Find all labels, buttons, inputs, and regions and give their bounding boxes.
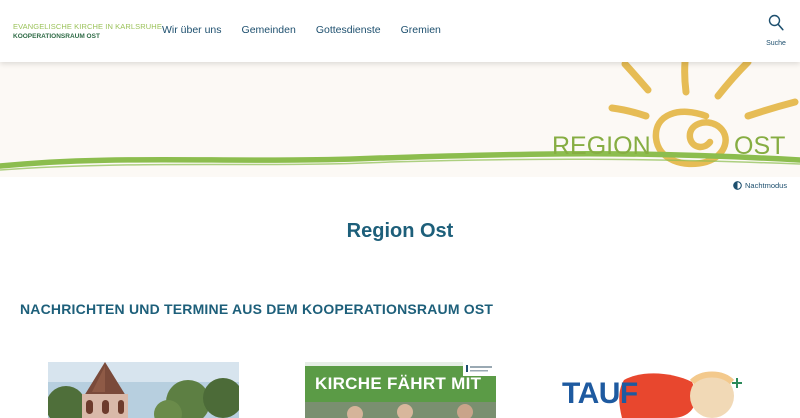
news-section-heading: NACHRICHTEN UND TERMINE AUS DEM KOOPERAT…: [20, 301, 494, 317]
brand-title: EVANGELISCHE KIRCHE IN KARLSRUHE: [13, 22, 162, 31]
hero-banner: REGION OST: [0, 62, 800, 177]
night-mode-toggle[interactable]: Nachtmodus: [733, 181, 787, 190]
page-title: Region Ost: [346, 220, 454, 242]
brand-logo[interactable]: EVANGELISCHE KIRCHE IN KARLSRUHE KOOPERA…: [13, 22, 162, 40]
news-card-church[interactable]: [48, 362, 239, 418]
nav-item-gremien[interactable]: Gremien: [401, 24, 441, 36]
search-button[interactable]: Suche: [762, 14, 790, 47]
nav-item-gemeinden[interactable]: Gemeinden: [242, 24, 296, 36]
nav-item-wir-ueber-uns[interactable]: Wir über uns: [162, 24, 222, 36]
search-label: Suche: [766, 40, 786, 47]
poster-text: TAUF: [562, 377, 638, 410]
site-header: EVANGELISCHE KIRCHE IN KARLSRUHE KOOPERA…: [0, 0, 800, 62]
news-card-tauf[interactable]: TAUF: [562, 362, 753, 418]
logo-region-text: REGION: [552, 132, 651, 160]
news-card-kirche-faehrt-mit[interactable]: KIRCHE FÄHRT MIT: [305, 362, 496, 418]
logo-ost-text: OST: [734, 132, 785, 160]
night-mode-label: Nachtmodus: [745, 181, 788, 190]
main-nav: Wir über uns Gemeinden Gottesdienste Gre…: [162, 24, 441, 36]
brand-subtitle: KOOPERATIONSRAUM OST: [13, 33, 100, 40]
search-icon: [768, 14, 784, 31]
sun-rays: [608, 62, 799, 120]
region-ost-logo: REGION OST: [0, 62, 800, 171]
church-tower-photo: [48, 362, 239, 418]
poster-text: KIRCHE FÄHRT MIT: [315, 374, 482, 393]
half-circle-icon: [733, 181, 742, 190]
nav-item-gottesdienste[interactable]: Gottesdienste: [316, 24, 381, 36]
